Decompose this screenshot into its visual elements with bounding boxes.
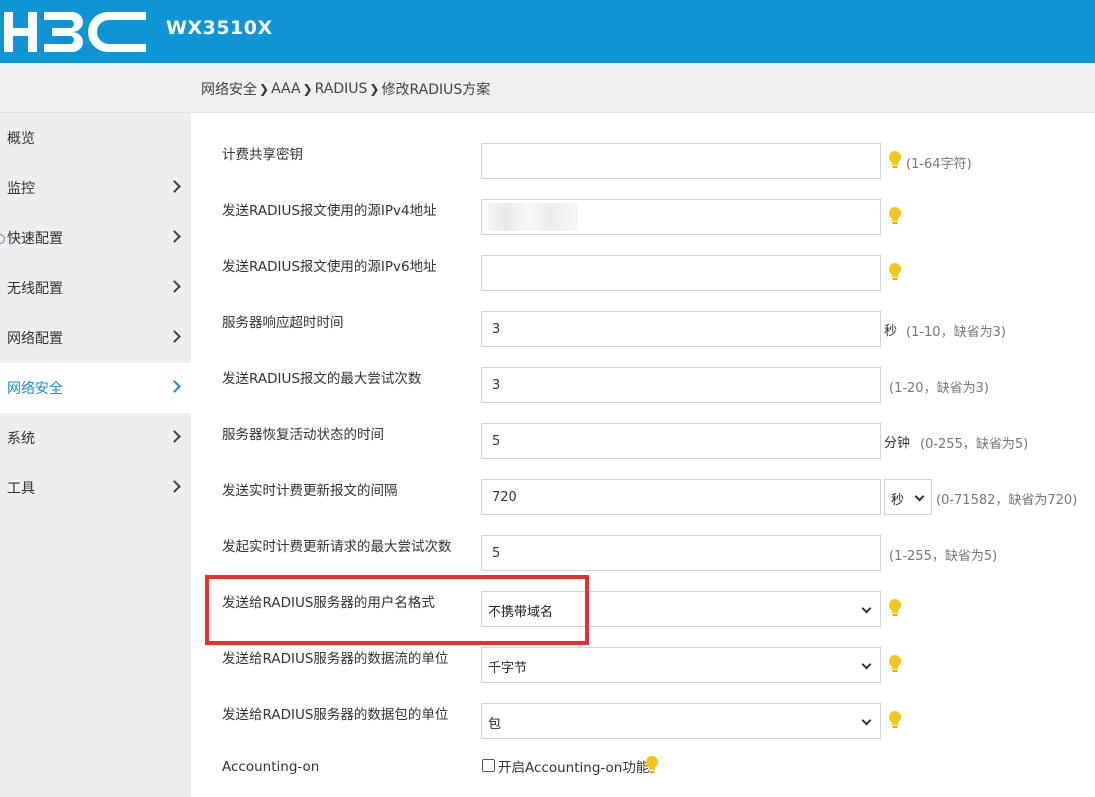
src-ipv6-input[interactable] [481,255,881,291]
realtime-retries-input[interactable] [481,535,881,571]
select-value: 秒 [891,493,905,508]
breadcrumb-bar: 网络安全 ❯ AAA ❯ RADIUS ❯ 修改RADIUS方案 [0,63,1095,113]
realtime-retries-label: 发起实时计费更新请求的最大尝试次数 [222,539,452,555]
sidebar-item-network-config[interactable]: 网络配置 [0,313,191,363]
packet-unit-select[interactable]: 包 [481,703,881,739]
quiet-time-unit: 分钟 [884,436,911,451]
highlight-box [205,575,589,645]
src-ipv4-label: 发送RADIUS报文使用的源IPv4地址 [222,203,437,219]
select-value: 包 [488,717,502,732]
accounting-on-label: Accounting-on [222,759,320,775]
sidebar-item-wireless-config[interactable]: 无线配置 [0,263,191,313]
select-value: 千字节 [488,661,528,676]
resp-timeout-unit: 秒 [884,324,898,339]
resp-timeout-label: 服务器响应超时时间 [222,315,344,331]
resp-timeout-hint: (1-10，缺省为3) [906,325,1006,340]
accounting-on-checkbox[interactable] [482,759,495,772]
quiet-time-hint: (0-255，缺省为5) [920,437,1029,452]
breadcrumb-item[interactable]: 网络安全 [201,79,257,99]
max-retries-hint: (1-20，缺省为3) [889,381,989,396]
realtime-interval-hint: (0-71582，缺省为720) [936,493,1078,508]
chevron-right-icon [168,380,181,393]
sidebar-item-label: 网络安全 [7,381,63,397]
src-ipv6-label: 发送RADIUS报文使用的源IPv6地址 [222,259,437,275]
quiet-time-input[interactable] [481,423,881,459]
packet-unit-label: 发送给RADIUS服务器的数据包的单位 [222,707,449,723]
sidebar-item-network-security[interactable]: 网络安全 [0,363,191,413]
sidebar-item-label: 无线配置 [7,281,63,297]
chevron-down-icon [861,603,872,614]
device-model: WX3510X [166,17,273,39]
chevron-right-icon: ❯ [302,82,313,96]
chevron-right-icon [168,430,181,443]
data-flow-unit-label: 发送给RADIUS服务器的数据流的单位 [222,651,449,667]
acct-shared-key-label: 计费共享密钥 [222,147,303,163]
chevron-down-icon [914,491,925,502]
sidebar-item-overview[interactable]: 概览 [0,113,191,163]
sidebar-item-tools[interactable]: 工具 [0,463,191,513]
max-retries-input[interactable] [481,367,881,403]
accounting-on-checkbox-label[interactable]: 开启Accounting-on功能 [498,756,649,776]
sidebar-item-label: 网络配置 [7,331,63,347]
sidebar: 概览 监控 快速配置 无线配置 网络配置 网络安全 系统 工具 [0,113,191,797]
realtime-interval-input[interactable] [481,479,881,515]
lightbulb-icon[interactable] [888,151,902,169]
lightbulb-icon[interactable] [888,711,902,729]
acct-shared-key-input[interactable] [481,143,881,179]
sidebar-item-quick-config[interactable]: 快速配置 [0,213,191,263]
realtime-retries-hint: (1-255，缺省为5) [889,549,998,564]
chevron-right-icon [168,330,181,343]
sidebar-item-monitor[interactable]: 监控 [0,163,191,213]
sidebar-item-label: 概览 [7,131,35,147]
chevron-right-icon [168,280,181,293]
breadcrumb-item-current: 修改RADIUS方案 [381,82,491,98]
chevron-right-icon: ❯ [369,82,380,96]
lightbulb-icon[interactable] [888,263,902,281]
breadcrumb: 网络安全 ❯ AAA ❯ RADIUS ❯ 修改RADIUS方案 [201,79,490,99]
acct-shared-key-hint: (1-64字符) [906,157,972,172]
h3c-logo [4,12,146,52]
top-header: WX3510X [0,0,1095,63]
chevron-right-icon [168,480,181,493]
lightbulb-icon[interactable] [888,655,902,673]
redacted-region [488,203,578,231]
chevron-down-icon [861,659,872,670]
resp-timeout-input[interactable] [481,311,881,347]
lightbulb-icon[interactable] [645,756,659,774]
chevron-right-icon [168,180,181,193]
chevron-down-icon [861,715,872,726]
breadcrumb-item[interactable]: AAA [271,81,301,97]
realtime-interval-label: 发送实时计费更新报文的间隔 [222,483,398,499]
sidebar-item-system[interactable]: 系统 [0,413,191,463]
quiet-time-label: 服务器恢复活动状态的时间 [222,427,384,443]
sidebar-item-label: 监控 [7,181,35,197]
chevron-right-icon [168,230,181,243]
sidebar-item-label: 工具 [7,481,35,497]
chevron-right-icon: ❯ [259,82,270,96]
lightbulb-icon[interactable] [888,599,902,617]
lightbulb-icon[interactable] [888,207,902,225]
data-flow-unit-select[interactable]: 千字节 [481,647,881,683]
breadcrumb-item[interactable]: RADIUS [315,81,368,97]
max-retries-label: 发送RADIUS报文的最大尝试次数 [222,371,422,387]
sidebar-item-label: 快速配置 [7,231,63,247]
realtime-interval-unit-select[interactable]: 秒 [884,479,932,515]
sidebar-item-label: 系统 [7,431,35,447]
